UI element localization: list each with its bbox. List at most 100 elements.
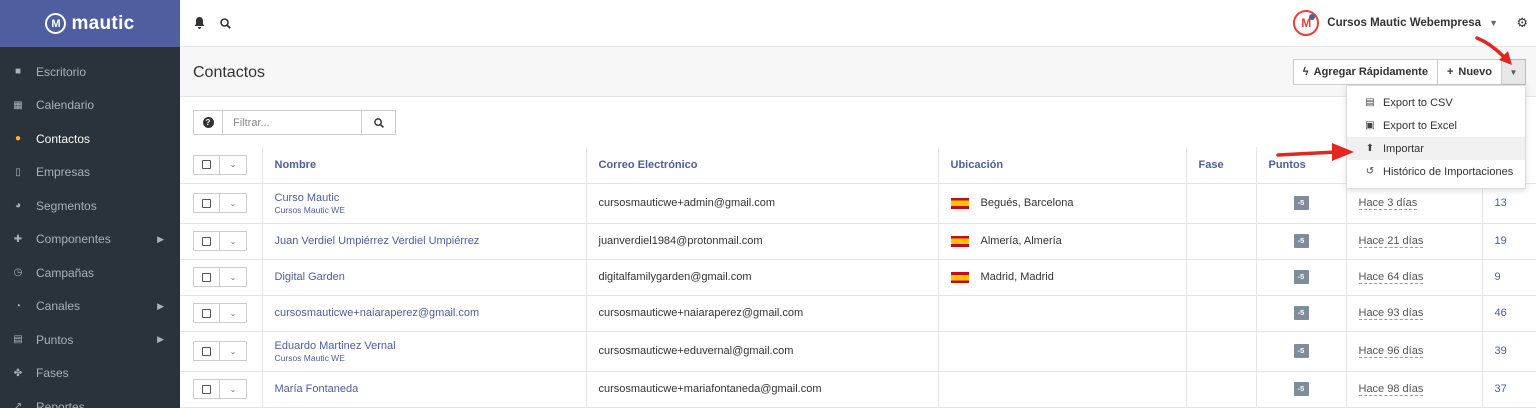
contact-name-link[interactable]: Curso Mautic (275, 192, 574, 204)
filter-search-button[interactable] (362, 110, 396, 135)
bell-icon[interactable] (192, 16, 206, 30)
last-active-cell: Hace 64 días (1346, 259, 1483, 296)
row-checkbox-group[interactable]: ⌄ (193, 267, 247, 287)
select-all-header: ⌄ (180, 147, 263, 184)
sidebar-item-contactos[interactable]: ● Contactos (0, 122, 180, 156)
filter-input[interactable] (223, 110, 362, 135)
contact-id-link[interactable]: 46 (1495, 307, 1507, 319)
last-active-cell: Hace 21 días (1346, 223, 1483, 260)
chevron-down-icon[interactable]: ⌄ (219, 232, 246, 250)
location-cell: Almería, Almería (938, 223, 1187, 260)
contact-id-link[interactable]: 9 (1495, 271, 1501, 283)
row-checkbox-group[interactable]: ⌄ (193, 303, 247, 323)
chevron-right-icon: ▶ (157, 233, 164, 244)
sidebar-item-empresas[interactable]: ▯ Empresas (0, 156, 180, 190)
select-all-checkbox[interactable] (194, 156, 219, 174)
sidebar-item-campanas[interactable]: ◷ Campañas (0, 256, 180, 290)
points-cell: -5 (1256, 183, 1347, 224)
id-cell: 46 (1482, 295, 1536, 332)
points-cell: -5 (1256, 259, 1347, 296)
row-checkbox[interactable] (194, 342, 219, 360)
brand-logo[interactable]: M mautic (0, 0, 180, 47)
dropdown-item-export-to-excel[interactable]: ▣ Export to Excel (1347, 114, 1525, 137)
email-cell: juanverdiel1984@protonmail.com (586, 223, 939, 260)
contact-id-link[interactable]: 39 (1495, 345, 1507, 357)
dropdown-item-label: Export to Excel (1383, 119, 1457, 132)
sidebar-item-escritorio[interactable]: ■ Escritorio (0, 55, 180, 89)
quick-add-label: Agregar Rápidamente (1313, 66, 1428, 78)
chevron-down-icon[interactable]: ⌄ (219, 380, 246, 398)
stage-cell (1186, 331, 1257, 372)
chevron-down-icon[interactable]: ⌄ (219, 342, 246, 360)
dropdown-item-hist-rico-de-importaciones[interactable]: ↺ Histórico de Importaciones (1347, 160, 1525, 183)
contact-name-link[interactable]: Juan Verdiel Umpiérrez Verdiel Umpiérrez (275, 235, 574, 247)
location-text: Madrid, Madrid (980, 271, 1054, 283)
row-checkbox-group[interactable]: ⌄ (193, 231, 247, 251)
location-cell (938, 331, 1187, 372)
contact-name-link[interactable]: María Fontaneda (275, 383, 574, 395)
column-header-email[interactable]: Correo Electrónico (586, 147, 939, 184)
contact-id-link[interactable]: 13 (1495, 197, 1507, 209)
filter-bar: ? (193, 110, 396, 135)
contact-id-link[interactable]: 19 (1495, 235, 1507, 247)
email-cell: cursosmauticwe+eduvernal@gmail.com (586, 331, 939, 372)
contact-name-link[interactable]: cursosmauticwe+naiaraperez@gmail.com (275, 307, 574, 319)
column-header-location[interactable]: Ubicación (938, 147, 1187, 184)
chevron-down-icon[interactable]: ⌄ (219, 304, 246, 322)
last-active-text: Hace 98 días (1358, 383, 1424, 396)
sidebar-item-label: Canales (36, 299, 81, 314)
chevron-down-icon[interactable]: ⌄ (219, 194, 246, 212)
avatar: M (1293, 10, 1320, 36)
question-icon: ? (202, 117, 214, 128)
row-checkbox[interactable] (194, 268, 219, 286)
row-checkbox-group[interactable]: ⌄ (193, 341, 247, 361)
column-header-name[interactable]: Nombre (262, 147, 587, 184)
row-checkbox-group[interactable]: ⌄ (193, 379, 247, 399)
contact-id-link[interactable]: 37 (1495, 383, 1507, 395)
upload-icon: ⬆ (1365, 143, 1375, 154)
dropdown-item-importar[interactable]: ⬆ Importar (1347, 137, 1525, 160)
quick-add-button[interactable]: ϟ Agregar Rápidamente (1292, 59, 1438, 85)
contacts-table: ⌄ Nombre Correo Electrónico Ubicación Fa… (180, 147, 1536, 408)
search-icon (373, 117, 384, 128)
row-checkbox-group[interactable]: ⌄ (193, 193, 247, 213)
row-checkbox[interactable] (194, 232, 219, 250)
row-select-cell: ⌄ (180, 183, 263, 224)
chevron-down-icon[interactable]: ⌄ (219, 155, 246, 174)
spain-flag-icon (950, 235, 969, 247)
sidebar-item-segmentos[interactable]: ◕ Segmentos (0, 189, 180, 223)
row-checkbox[interactable] (194, 304, 219, 322)
sidebar-item-puntos[interactable]: ▤ Puntos ▶ (0, 323, 180, 357)
id-cell: 13 (1482, 183, 1536, 224)
flow-icon: ✤ (13, 367, 23, 379)
id-cell: 19 (1482, 223, 1536, 260)
name-cell: Eduardo Martinez Vernal Cursos Mautic WE (262, 331, 587, 372)
sidebar-item-label: Escritorio (36, 64, 87, 79)
stage-cell (1186, 183, 1257, 224)
sidebar-item-fases[interactable]: ✤ Fases (0, 357, 180, 391)
sidebar-item-componentes[interactable]: ✚ Componentes ▶ (0, 223, 180, 257)
dropdown-item-export-to-csv[interactable]: ▤ Export to CSV (1347, 91, 1525, 114)
brand-name: mautic (71, 12, 135, 34)
last-active-text: Hace 96 días (1358, 345, 1424, 358)
select-all-checkbox-group[interactable]: ⌄ (193, 154, 247, 175)
column-header-stage[interactable]: Fase (1186, 147, 1257, 184)
location-cell: Begués, Barcelona (938, 183, 1187, 224)
sidebar-item-calendario[interactable]: ▦ Calendario (0, 89, 180, 123)
sidebar-item-canales[interactable]: ◔ Canales ▶ (0, 290, 180, 324)
gear-icon[interactable]: ⚙ (1516, 15, 1528, 31)
row-checkbox[interactable] (194, 194, 219, 212)
last-active-cell: Hace 96 días (1346, 331, 1483, 372)
search-icon[interactable] (218, 16, 232, 30)
email-cell: cursosmauticwe+naiaraperez@gmail.com (586, 295, 939, 332)
th-large-icon: ■ (14, 66, 22, 78)
sidebar-item-reportes[interactable]: ↗ Reportes (0, 390, 180, 408)
row-checkbox[interactable] (194, 380, 219, 398)
account-menu[interactable]: M Cursos Mautic Webempresa ▼ (1293, 10, 1498, 36)
contact-name-link[interactable]: Eduardo Martinez Vernal (275, 340, 574, 352)
points-badge: -5 (1293, 306, 1309, 320)
help-button[interactable]: ? (193, 110, 223, 135)
chevron-down-icon[interactable]: ⌄ (219, 268, 246, 286)
table-row: ⌄ María Fontaneda cursosmauticwe+mariafont… (180, 371, 1536, 408)
contact-name-link[interactable]: Digital Garden (275, 271, 574, 283)
